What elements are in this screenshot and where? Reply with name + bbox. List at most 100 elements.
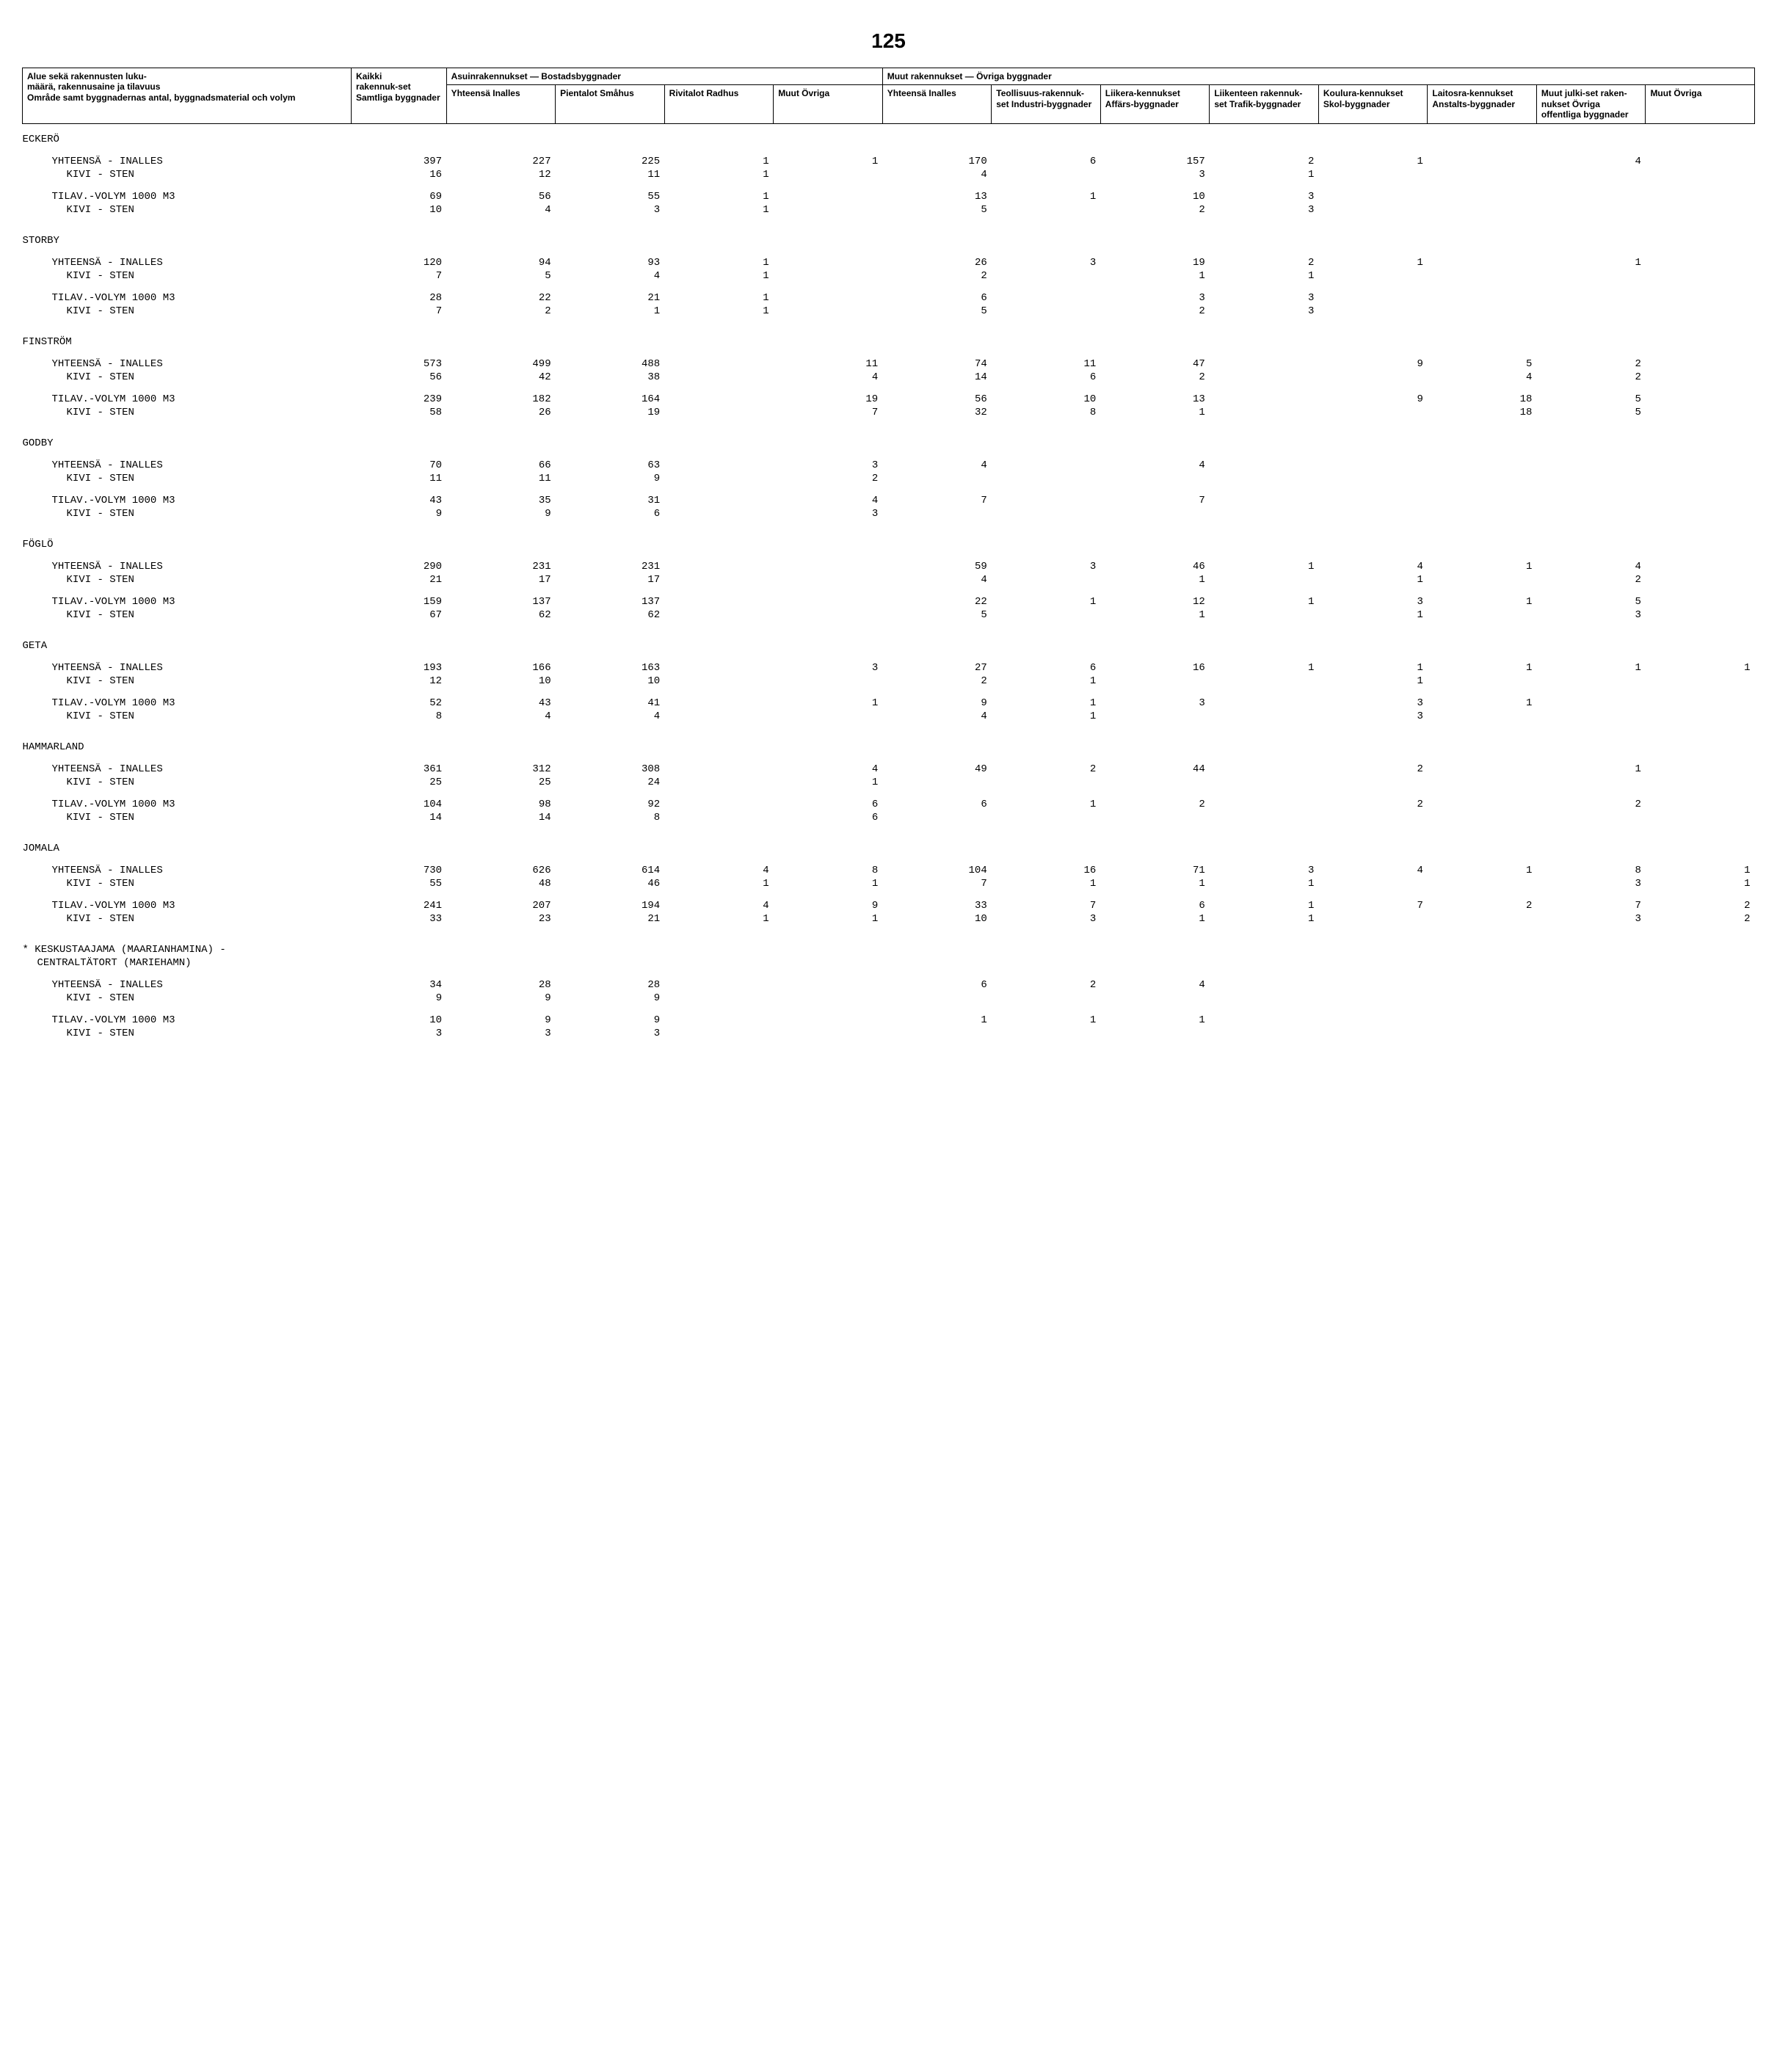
- data-cell: [992, 1027, 1101, 1040]
- data-cell: [1210, 978, 1319, 992]
- data-cell: [1210, 943, 1319, 956]
- data-cell: 626: [446, 864, 556, 877]
- data-cell: [664, 472, 774, 485]
- data-cell: [446, 538, 556, 551]
- data-cell: [774, 291, 883, 305]
- data-cell: 69: [351, 190, 446, 203]
- data-cell: [1536, 943, 1646, 956]
- hdr-asuin-3: Muut Övriga: [774, 85, 883, 123]
- data-cell: [992, 168, 1101, 181]
- data-cell: 2: [1646, 899, 1755, 912]
- data-cell: [1536, 437, 1646, 450]
- data-cell: 3: [1318, 697, 1428, 710]
- data-cell: [1100, 992, 1210, 1005]
- data-cell: [664, 661, 774, 675]
- data-cell: 7: [351, 305, 446, 318]
- data-cell: [1428, 811, 1537, 824]
- data-cell: [1100, 507, 1210, 520]
- row-label: KIVI - STEN: [23, 168, 352, 181]
- data-cell: 17: [446, 573, 556, 586]
- data-cell: 3: [556, 1027, 665, 1040]
- data-cell: 17: [556, 573, 665, 586]
- data-cell: [1210, 608, 1319, 622]
- data-cell: [1210, 459, 1319, 472]
- data-cell: 137: [446, 595, 556, 608]
- data-cell: [1536, 697, 1646, 710]
- row-label: YHTEENSÄ - INALLES: [23, 459, 352, 472]
- data-cell: [556, 437, 665, 450]
- data-cell: 3: [1536, 608, 1646, 622]
- data-cell: 1: [1428, 661, 1537, 675]
- data-cell: 62: [556, 608, 665, 622]
- data-cell: 4: [882, 459, 992, 472]
- data-cell: 4: [1536, 155, 1646, 168]
- data-cell: 9: [1318, 393, 1428, 406]
- data-cell: 9: [556, 472, 665, 485]
- data-cell: [774, 608, 883, 622]
- data-cell: 231: [556, 560, 665, 573]
- region-label: STORBY: [23, 234, 352, 247]
- data-cell: [351, 943, 446, 956]
- data-cell: [1428, 133, 1537, 146]
- data-cell: [992, 741, 1101, 754]
- data-cell: 193: [351, 661, 446, 675]
- row-label: KIVI - STEN: [23, 269, 352, 283]
- data-cell: [1318, 335, 1428, 349]
- hdr-asuin-2: Rivitalot Radhus: [664, 85, 774, 123]
- table-row: KIVI - STEN332321111031132: [23, 912, 1755, 926]
- table-row: KIVI - STEN999: [23, 992, 1755, 1005]
- data-cell: [664, 406, 774, 419]
- data-cell: [1428, 912, 1537, 926]
- data-cell: [446, 943, 556, 956]
- data-cell: [882, 538, 992, 551]
- data-cell: 159: [351, 595, 446, 608]
- data-cell: 66: [446, 459, 556, 472]
- region-label: HAMMARLAND: [23, 741, 352, 754]
- data-cell: [774, 234, 883, 247]
- data-cell: 5: [446, 269, 556, 283]
- data-cell: 730: [351, 864, 446, 877]
- data-cell: [1318, 168, 1428, 181]
- hdr-muut-4: Koulura-kennukset Skol-byggnader: [1318, 85, 1428, 123]
- data-cell: [1428, 675, 1537, 688]
- data-cell: 6: [1100, 899, 1210, 912]
- data-cell: [446, 133, 556, 146]
- region-label: FINSTRÖM: [23, 335, 352, 349]
- data-cell: [1536, 507, 1646, 520]
- data-cell: 499: [446, 357, 556, 371]
- data-cell: [1536, 203, 1646, 217]
- data-cell: 3: [1100, 291, 1210, 305]
- hdr-muut-1: Teollisuus-rakennuk-set Industri-byggnad…: [992, 85, 1101, 123]
- data-cell: 9: [446, 507, 556, 520]
- data-cell: 1: [664, 155, 774, 168]
- data-cell: 2: [882, 269, 992, 283]
- data-cell: 4: [882, 168, 992, 181]
- data-cell: 7: [1318, 899, 1428, 912]
- data-cell: [1100, 842, 1210, 855]
- data-cell: 2: [882, 675, 992, 688]
- row-label: YHTEENSÄ - INALLES: [23, 763, 352, 776]
- data-cell: 38: [556, 371, 665, 384]
- data-cell: [1646, 190, 1755, 203]
- row-label: YHTEENSÄ - INALLES: [23, 661, 352, 675]
- data-cell: 1: [1428, 697, 1537, 710]
- data-cell: 6: [992, 155, 1101, 168]
- data-cell: 56: [882, 393, 992, 406]
- data-cell: [1318, 776, 1428, 789]
- row-label: TILAV.-VOLYM 1000 M3: [23, 494, 352, 507]
- table-row: KIVI - STEN7211523: [23, 305, 1755, 318]
- data-cell: 7: [351, 269, 446, 283]
- data-cell: 58: [351, 406, 446, 419]
- row-label: TILAV.-VOLYM 1000 M3: [23, 1014, 352, 1027]
- data-cell: [664, 357, 774, 371]
- data-cell: [556, 133, 665, 146]
- data-cell: 6: [882, 978, 992, 992]
- data-cell: [882, 234, 992, 247]
- data-cell: 1: [664, 305, 774, 318]
- data-cell: [1646, 357, 1755, 371]
- data-cell: [774, 168, 883, 181]
- data-cell: 13: [882, 190, 992, 203]
- data-cell: [664, 798, 774, 811]
- data-cell: 207: [446, 899, 556, 912]
- data-cell: [882, 437, 992, 450]
